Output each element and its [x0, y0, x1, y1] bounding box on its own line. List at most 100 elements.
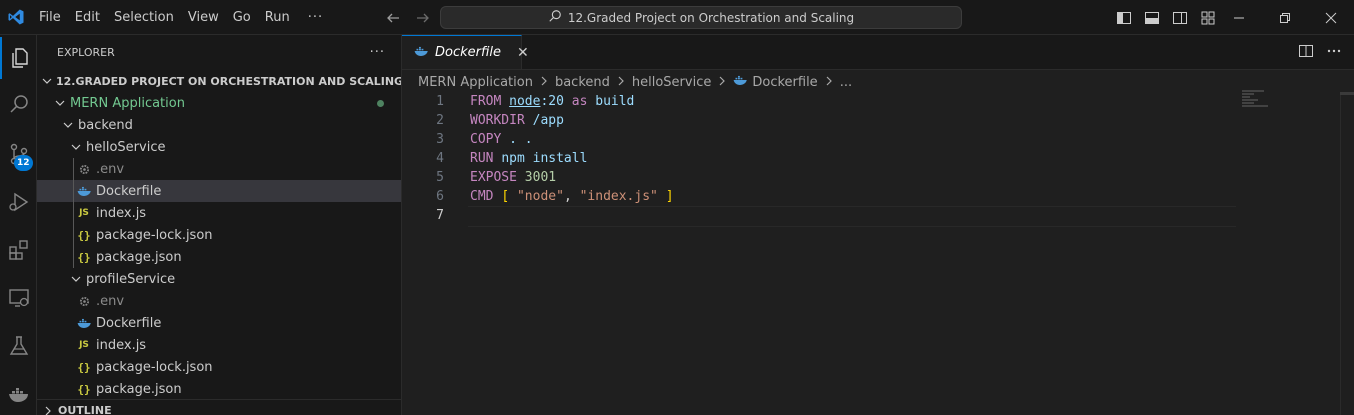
tree-file-dockerfile[interactable]: Dockerfile: [37, 312, 401, 334]
run-debug-icon[interactable]: [0, 181, 37, 223]
tree-file-env[interactable]: .env: [37, 290, 401, 312]
menu-bar: File Edit Selection View Go Run ···: [32, 0, 330, 35]
minimap-line: [1242, 90, 1264, 92]
tree-item-label: index.js: [96, 337, 147, 353]
tree-item-label: MERN Application: [70, 95, 185, 111]
command-center-search[interactable]: 12.Graded Project on Orchestration and S…: [440, 6, 962, 29]
line-number: 6: [436, 189, 444, 204]
source-control-icon[interactable]: 12: [0, 133, 37, 175]
chevron-down-icon: [69, 140, 83, 154]
workspace-folder-header[interactable]: 12.GRADED PROJECT ON ORCHESTRATION AND S…: [37, 70, 401, 92]
search-icon: [548, 9, 562, 26]
breadcrumb-item[interactable]: helloService: [632, 75, 711, 90]
gear-icon: [76, 295, 92, 308]
breadcrumb: MERN Application backend helloService Do…: [402, 70, 1354, 94]
explorer-header: EXPLORER ···: [37, 35, 401, 70]
tree-folder-helloservice[interactable]: helloService: [37, 136, 401, 158]
menu-file[interactable]: File: [32, 0, 68, 35]
indent-guide: [73, 224, 74, 246]
chevron-right-icon: [715, 75, 729, 90]
layout-controls: [1114, 0, 1218, 35]
explorer-more-actions-button[interactable]: ···: [370, 45, 385, 60]
menu-selection[interactable]: Selection: [107, 0, 181, 35]
vertical-scrollbar[interactable]: [1340, 92, 1354, 415]
toggle-primary-sidebar-icon[interactable]: [1114, 8, 1134, 28]
title-bar: File Edit Selection View Go Run ··· 12.G…: [0, 0, 1354, 35]
tree-folder-profileservice[interactable]: profileService: [37, 268, 401, 290]
tree-file-package-json[interactable]: {} package.json: [37, 246, 401, 268]
minimap-line: [1242, 105, 1268, 107]
code-line: 6 CMD [ "node", "index.js" ]: [402, 187, 1354, 206]
minimap[interactable]: [1242, 90, 1282, 110]
tree-folder-mern-application[interactable]: MERN Application: [37, 92, 401, 114]
tree-item-label: package-lock.json: [96, 359, 213, 375]
docker-file-icon: [76, 317, 92, 329]
menu-more[interactable]: ···: [301, 0, 330, 35]
tab-dockerfile[interactable]: Dockerfile ✕: [402, 35, 529, 69]
explorer-icon[interactable]: [0, 37, 37, 79]
json-file-icon: {}: [77, 382, 91, 396]
close-window-icon[interactable]: [1308, 0, 1354, 35]
tree-item-label: package.json: [96, 249, 182, 265]
code-line: 2 WORKDIR /app: [402, 111, 1354, 130]
search-view-icon[interactable]: [0, 83, 37, 125]
toggle-secondary-sidebar-icon[interactable]: [1170, 8, 1190, 28]
testing-flask-icon[interactable]: [0, 325, 37, 367]
breadcrumb-item[interactable]: ...: [840, 75, 852, 90]
tree-file-index-js[interactable]: JS index.js: [37, 202, 401, 224]
toggle-panel-icon[interactable]: [1142, 8, 1162, 28]
git-modified-dot: [377, 100, 384, 107]
editor-tab-bar: Dockerfile ✕: [402, 35, 1354, 70]
restore-icon[interactable]: [1262, 0, 1308, 35]
tree-file-env[interactable]: .env: [37, 158, 401, 180]
explorer-sidebar: EXPLORER ··· 12.GRADED PROJECT ON ORCHES…: [37, 35, 402, 415]
tree-item-label: helloService: [86, 139, 166, 155]
breadcrumb-item[interactable]: MERN Application: [418, 75, 533, 90]
menu-view[interactable]: View: [181, 0, 226, 35]
tree-folder-backend[interactable]: backend: [37, 114, 401, 136]
source-control-badge: 12: [14, 155, 33, 171]
tree-item-label: package.json: [96, 381, 182, 397]
breadcrumb-item[interactable]: backend: [555, 75, 610, 90]
menu-run[interactable]: Run: [258, 0, 297, 35]
back-arrow-icon[interactable]: [384, 9, 402, 27]
chevron-right-icon: [822, 75, 836, 90]
code-text: CMD [ "node", "index.js" ]: [470, 189, 674, 204]
outline-label: OUTLINE: [58, 404, 112, 415]
customize-layout-icon[interactable]: [1198, 8, 1218, 28]
minimap-line: [1242, 99, 1258, 101]
code-line: 5 EXPOSE 3001: [402, 168, 1354, 187]
code-text: FROM node:20 as build: [470, 94, 635, 109]
chevron-right-icon: [41, 404, 55, 415]
gear-icon: [76, 163, 92, 176]
breadcrumb-item[interactable]: Dockerfile: [752, 75, 817, 90]
code-editor[interactable]: 1 FROM node:20 as build 2 WORKDIR /app 3…: [402, 92, 1354, 227]
menu-edit[interactable]: Edit: [68, 0, 107, 35]
code-line: 3 COPY . .: [402, 130, 1354, 149]
line-number: 2: [436, 113, 444, 128]
tree-item-label: backend: [78, 117, 133, 133]
tree-file-package-lock-json[interactable]: {} package-lock.json: [37, 224, 401, 246]
menu-go[interactable]: Go: [226, 0, 258, 35]
tab-close-button[interactable]: ✕: [517, 45, 529, 61]
outline-section-header[interactable]: OUTLINE: [37, 399, 401, 415]
tree-item-label: .env: [96, 293, 125, 309]
code-text: RUN npm install: [470, 151, 588, 166]
split-editor-icon[interactable]: [1298, 43, 1314, 63]
code-text: WORKDIR /app: [470, 113, 564, 128]
docker-icon[interactable]: [0, 373, 37, 415]
tree-file-dockerfile[interactable]: Dockerfile: [37, 180, 401, 202]
scrollbar-cursor-mark: [1340, 92, 1354, 95]
tree-file-package-lock-json[interactable]: {} package-lock.json: [37, 356, 401, 378]
more-actions-icon[interactable]: [1326, 43, 1342, 63]
code-line: 1 FROM node:20 as build: [402, 92, 1354, 111]
forward-arrow-icon[interactable]: [414, 9, 432, 27]
remote-explorer-icon[interactable]: [0, 277, 37, 319]
line-number: 5: [436, 170, 444, 185]
extensions-icon[interactable]: [0, 229, 37, 271]
tree-file-package-json[interactable]: {} package.json: [37, 378, 401, 400]
chevron-right-icon: [537, 75, 551, 90]
javascript-file-icon: JS: [79, 340, 89, 350]
tree-file-index-js[interactable]: JS index.js: [37, 334, 401, 356]
minimize-icon[interactable]: [1216, 0, 1262, 35]
